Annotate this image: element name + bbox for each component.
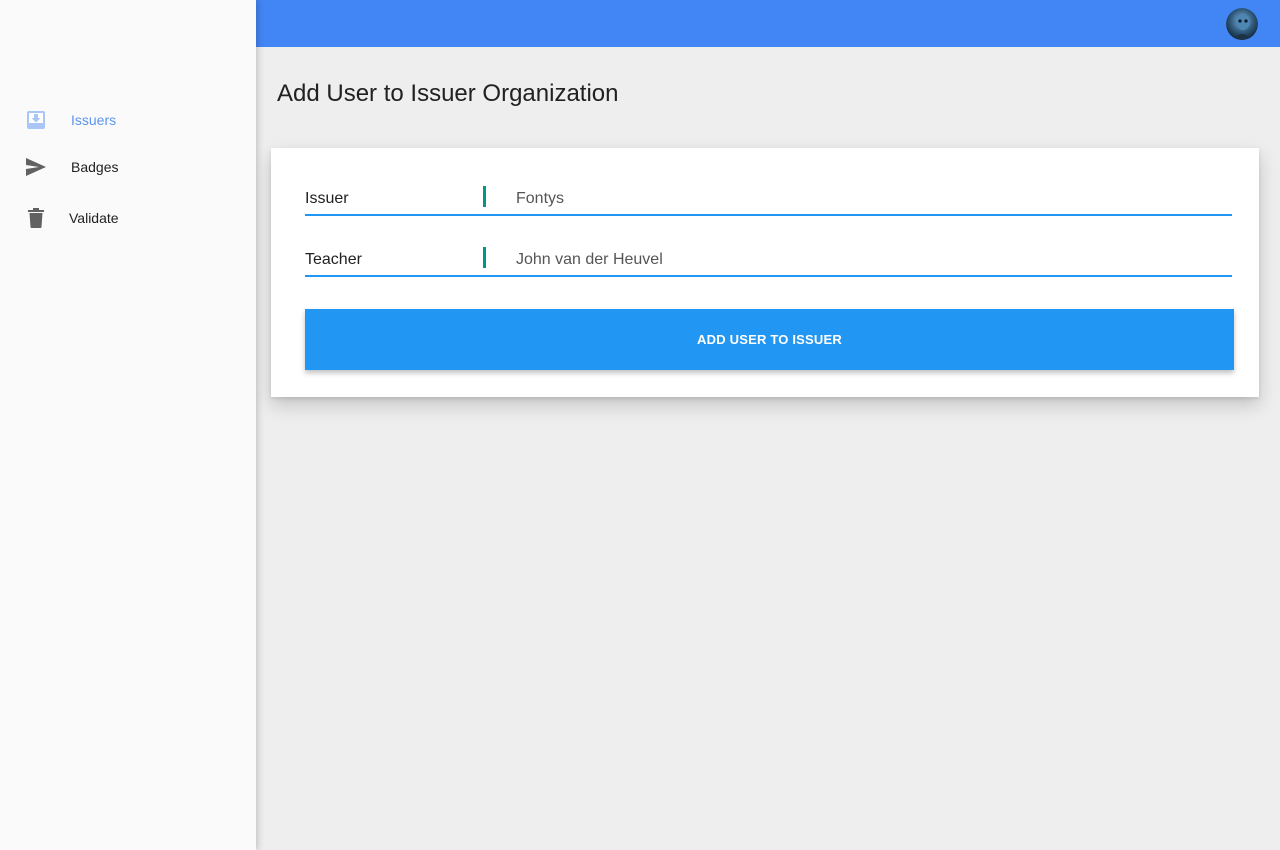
sidebar-item-label: Badges: [71, 159, 119, 175]
teacher-input[interactable]: [510, 247, 1225, 273]
add-user-to-issuer-button[interactable]: ADD USER TO ISSUER: [305, 309, 1234, 370]
field-divider: [483, 247, 486, 268]
teacher-label: Teacher: [305, 251, 362, 268]
sidebar-item-label: Validate: [69, 210, 119, 226]
sidebar-item-label: Issuers: [71, 112, 117, 128]
page-title: Add User to Issuer Organization: [277, 80, 619, 107]
trash-icon: [24, 206, 48, 230]
issuer-label: Issuer: [305, 190, 349, 207]
issuer-field: Issuer: [305, 186, 1232, 216]
sidebar-item-issuers[interactable]: Issuers: [0, 100, 256, 140]
user-avatar[interactable]: [1226, 8, 1258, 40]
teacher-field: Teacher: [305, 247, 1232, 277]
add-user-form-card: Issuer Teacher ADD USER TO ISSUER: [271, 148, 1259, 397]
field-divider: [483, 186, 486, 207]
sidebar-item-badges[interactable]: Badges: [0, 147, 256, 187]
sidebar: Issuers Badges Validate: [0, 0, 256, 850]
send-icon: [24, 155, 48, 179]
sidebar-item-validate[interactable]: Validate: [0, 198, 256, 238]
issuer-input[interactable]: [510, 186, 1225, 212]
top-app-bar: [256, 0, 1280, 47]
move-to-inbox-icon: [24, 108, 48, 132]
